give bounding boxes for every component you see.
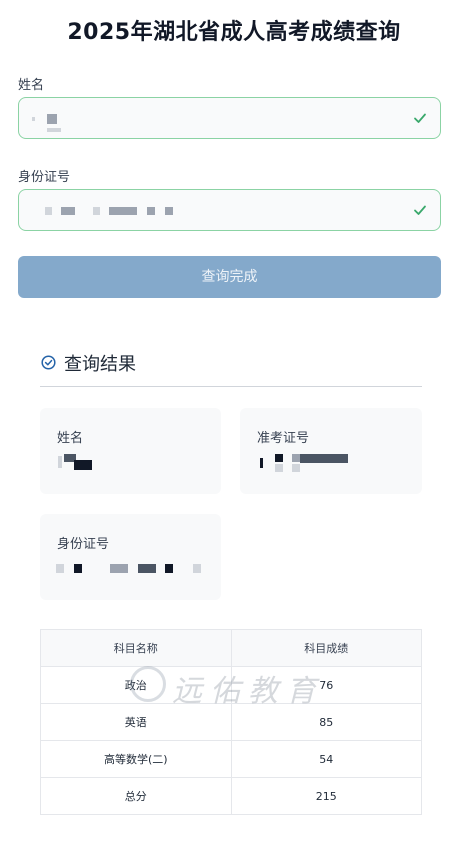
exam-id-card-label: 准考证号 xyxy=(257,431,310,446)
table-row: 高等数学(二) 54 xyxy=(40,740,422,778)
score-cell: 76 xyxy=(230,666,422,704)
name-card-label: 姓名 xyxy=(57,431,84,446)
exam-id-card: 准考证号 xyxy=(240,408,422,494)
id-card-card: 身份证号 xyxy=(40,514,221,600)
check-circle-icon xyxy=(41,355,56,370)
subject-cell: 高等数学(二) xyxy=(40,740,232,778)
id-label: 身份证号 xyxy=(18,170,71,185)
result-title: 查询结果 xyxy=(64,354,136,375)
result-header: 查询结果 xyxy=(40,350,422,387)
subject-cell: 政治 xyxy=(40,666,232,704)
subject-cell: 英语 xyxy=(40,703,232,741)
column-header-subject: 科目名称 xyxy=(40,629,232,667)
id-card-card-label: 身份证号 xyxy=(57,537,110,552)
table-header-row: 科目名称 科目成绩 xyxy=(40,629,422,667)
table-row: 政治 76 xyxy=(40,666,422,704)
check-icon xyxy=(414,205,426,215)
table-row: 总分 215 xyxy=(40,777,422,815)
column-header-score: 科目成绩 xyxy=(230,629,422,667)
score-cell: 54 xyxy=(230,740,422,778)
id-input[interactable] xyxy=(18,189,441,231)
query-complete-button[interactable]: 查询完成 xyxy=(18,256,441,298)
score-cell: 85 xyxy=(230,703,422,741)
score-cell: 215 xyxy=(230,777,422,815)
name-input[interactable] xyxy=(18,97,441,139)
table-row: 英语 85 xyxy=(40,703,422,741)
name-label: 姓名 xyxy=(18,78,45,93)
score-table: 科目名称 科目成绩 政治 76 英语 85 高等数学(二) 54 总分 215 xyxy=(40,629,422,815)
name-card: 姓名 xyxy=(40,408,221,494)
check-icon xyxy=(414,113,426,123)
page-title: 2025年湖北省成人高考成绩查询 xyxy=(67,20,401,45)
subject-cell: 总分 xyxy=(40,777,232,815)
